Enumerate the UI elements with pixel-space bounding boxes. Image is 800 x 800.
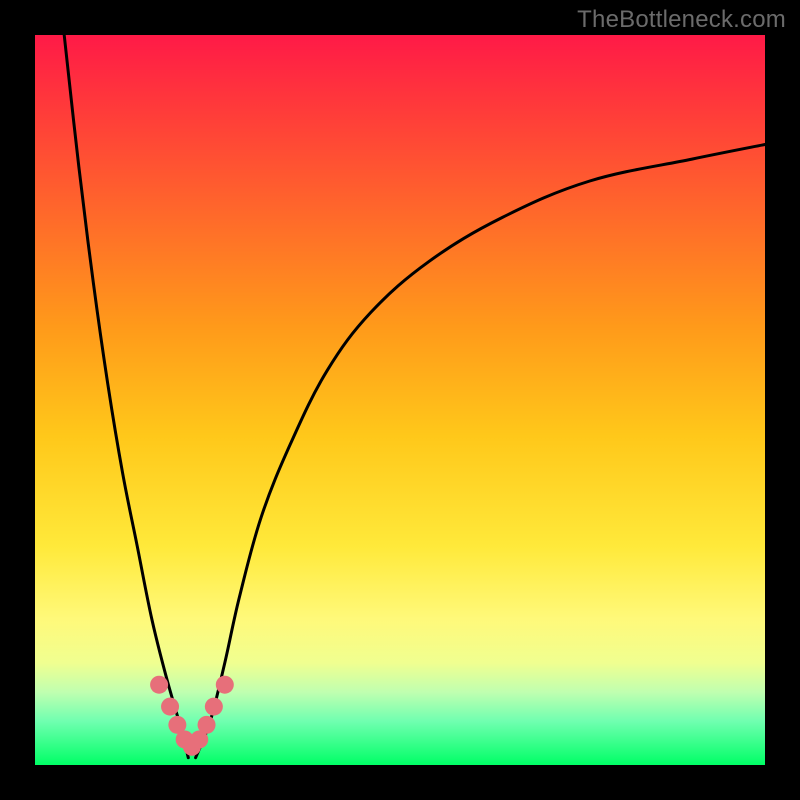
curve-min-markers [150, 676, 234, 756]
curve-min-marker [161, 698, 179, 716]
watermark-text: TheBottleneck.com [577, 6, 786, 34]
bottleneck-curve-left [64, 35, 188, 758]
chart-svg [35, 35, 765, 765]
chart-frame: TheBottleneck.com [0, 0, 800, 800]
curve-min-marker [216, 676, 234, 694]
bottleneck-curve-right [196, 145, 765, 758]
curve-min-marker [205, 698, 223, 716]
curve-min-marker [150, 676, 168, 694]
curve-min-marker [198, 716, 216, 734]
chart-plot-area [35, 35, 765, 765]
bottleneck-curve [64, 35, 765, 758]
